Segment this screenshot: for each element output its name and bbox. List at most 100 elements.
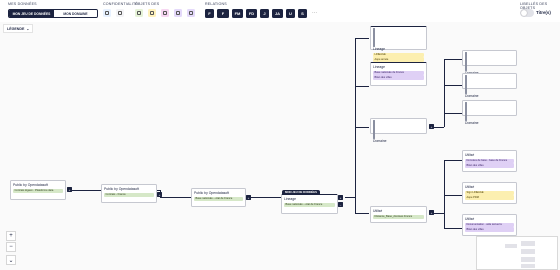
top-toolbar: MES DONNÉES MON JEU DE DONNÉES MON DOMAI… bbox=[0, 0, 560, 22]
fit-view-button[interactable]: ⌄ bbox=[6, 255, 16, 265]
minimap-node bbox=[505, 244, 517, 248]
more-relations[interactable]: ··· bbox=[312, 10, 317, 16]
used-node[interactable]: Utilisé Données de base - base de France… bbox=[462, 150, 517, 172]
edge-to-d1 bbox=[444, 59, 462, 60]
chart-chip: Bilan des villes bbox=[373, 75, 424, 81]
edge-n2-n3 bbox=[160, 197, 192, 198]
my-domain-tab[interactable]: MON DOMAINE bbox=[53, 10, 97, 17]
node-title: Public by Opendatasoft bbox=[194, 191, 230, 195]
edge-to-n7 bbox=[355, 127, 369, 128]
edge-to-d2 bbox=[444, 85, 462, 86]
confidentiality-title: CONFIDENTIALITÉ bbox=[103, 2, 138, 6]
chevron-down-icon: ⌄ bbox=[26, 26, 30, 31]
domain-icon bbox=[465, 102, 467, 121]
edge-to-u2 bbox=[444, 195, 462, 196]
legend-button[interactable]: LÉGENDE ⌄ bbox=[3, 24, 34, 33]
minimap[interactable] bbox=[476, 236, 558, 270]
expand-button[interactable]: + bbox=[67, 187, 72, 192]
public-icon[interactable] bbox=[103, 9, 111, 17]
dataset-node[interactable]: Public by Opendatasoft Contrats - France bbox=[101, 184, 157, 203]
node-title: Domaine bbox=[465, 94, 479, 98]
chart-icon[interactable] bbox=[174, 9, 182, 17]
minimap-node bbox=[521, 257, 535, 262]
labels-toggle[interactable] bbox=[520, 9, 534, 17]
used-node[interactable]: Utilisé Sign LINEAGE Aspe PDM bbox=[462, 182, 517, 204]
dataset-node[interactable]: Public by Opendatasoft Base nationale – … bbox=[191, 188, 246, 207]
dataset-chip: Distance_Base_données France bbox=[373, 214, 424, 220]
field-icon[interactable] bbox=[148, 9, 156, 17]
relations-title: RELATIONS bbox=[205, 2, 227, 6]
field-chip: Aspe PDM bbox=[465, 195, 514, 201]
node-title: Public by Opendatasoft bbox=[13, 183, 49, 187]
domain-node[interactable]: Domaine bbox=[462, 100, 517, 125]
node-title: Lineage bbox=[373, 47, 386, 51]
minimap-node bbox=[521, 264, 535, 268]
relation-fm-button[interactable]: FM bbox=[232, 9, 243, 18]
expand-button[interactable]: + bbox=[429, 124, 434, 129]
relation-f-button[interactable]: F bbox=[205, 9, 214, 18]
collapse-button[interactable]: − bbox=[338, 202, 343, 207]
node-title: Public by Opendatasoft bbox=[104, 187, 140, 191]
chart-chip: Bilan des villes bbox=[465, 163, 514, 169]
dataset-icon bbox=[373, 28, 375, 47]
expand-button[interactable]: + bbox=[246, 195, 251, 200]
node-title: Utilisé bbox=[373, 209, 383, 213]
relation-ja-button[interactable]: JA bbox=[272, 9, 283, 18]
minimap-node bbox=[521, 249, 535, 254]
edge-to-u3 bbox=[444, 228, 462, 229]
edge-n8-branch bbox=[434, 213, 444, 214]
node-title: Utilisé bbox=[465, 217, 475, 221]
domain-node[interactable]: Domaine bbox=[370, 118, 427, 143]
data-group-title: MES DONNÉES bbox=[8, 2, 37, 6]
edge-n7-branch bbox=[434, 127, 444, 128]
edge-to-u1 bbox=[444, 160, 462, 161]
node-title: Domaine bbox=[465, 121, 479, 125]
edge-to-d3 bbox=[444, 113, 462, 114]
relation-f2-button[interactable]: F bbox=[217, 9, 229, 18]
edge-to-n5 bbox=[355, 38, 369, 39]
node-title: Utilisé bbox=[465, 185, 475, 189]
legend-label: LÉGENDE bbox=[7, 26, 25, 31]
lineage-node[interactable]: Lineage LINEAGE Aspe année bbox=[370, 26, 427, 63]
edge-to-n6 bbox=[355, 86, 369, 87]
dataset-chip: Base nationale – état de France bbox=[284, 202, 335, 208]
dataset-node[interactable]: Public by Opendatasoft Contrats légaux -… bbox=[10, 180, 66, 200]
private-icon[interactable] bbox=[116, 9, 124, 17]
edge-n4-trunk bbox=[345, 197, 355, 198]
dataset-chip: Base nationale – état de France bbox=[194, 196, 243, 202]
labels-toggle-label: Titre(s) bbox=[536, 10, 551, 15]
node-title: Domaine bbox=[373, 139, 387, 143]
domain-icon bbox=[465, 75, 467, 94]
used-node[interactable]: Utilisé Documentation - aide textuel à B… bbox=[462, 214, 517, 236]
minimap-node bbox=[521, 241, 535, 246]
relation-u-button[interactable]: U bbox=[286, 9, 295, 18]
map-icon[interactable] bbox=[187, 9, 195, 17]
edge-to-n8 bbox=[355, 213, 369, 214]
expand-button[interactable]: + bbox=[429, 210, 434, 215]
expand-button[interactable]: + bbox=[338, 195, 343, 200]
node-title: Lineage bbox=[284, 197, 297, 201]
edge-trunk bbox=[355, 38, 356, 214]
lineage-node[interactable]: Lineage Base nationale de France Bilan d… bbox=[370, 62, 427, 86]
relation-fd-button[interactable]: FD bbox=[246, 9, 257, 18]
relation-s-button[interactable]: S bbox=[298, 9, 307, 18]
dataset-icon[interactable] bbox=[135, 9, 143, 17]
dataset-chip: Contrats - France bbox=[104, 192, 154, 198]
current-dataset-node[interactable]: Lineage Base nationale – état de France bbox=[281, 194, 338, 214]
relation-j-button[interactable]: J bbox=[260, 9, 269, 18]
edge-n1-n2 bbox=[69, 190, 102, 191]
dataset-chip: Contrats légaux - Plateforme data bbox=[13, 188, 63, 194]
domain-node[interactable]: Domaine bbox=[462, 50, 517, 75]
domain-icon[interactable] bbox=[161, 9, 169, 17]
expand-button[interactable]: + bbox=[157, 192, 162, 197]
edge-domain-trunk bbox=[444, 59, 445, 127]
edge-n3-n4 bbox=[248, 197, 281, 198]
objects-title: OBJETS DES bbox=[135, 2, 160, 6]
data-scope-switch: MON JEU DE DONNÉES MON DOMAINE bbox=[8, 9, 98, 18]
domain-node[interactable]: Domaine bbox=[462, 73, 517, 98]
zoom-out-button[interactable]: − bbox=[6, 242, 16, 252]
my-dataset-tab[interactable]: MON JEU DE DONNÉES bbox=[9, 10, 54, 17]
domain-icon bbox=[373, 120, 375, 139]
zoom-in-button[interactable]: + bbox=[6, 231, 16, 241]
used-node[interactable]: Utilisé Distance_Base_données France bbox=[370, 206, 427, 223]
